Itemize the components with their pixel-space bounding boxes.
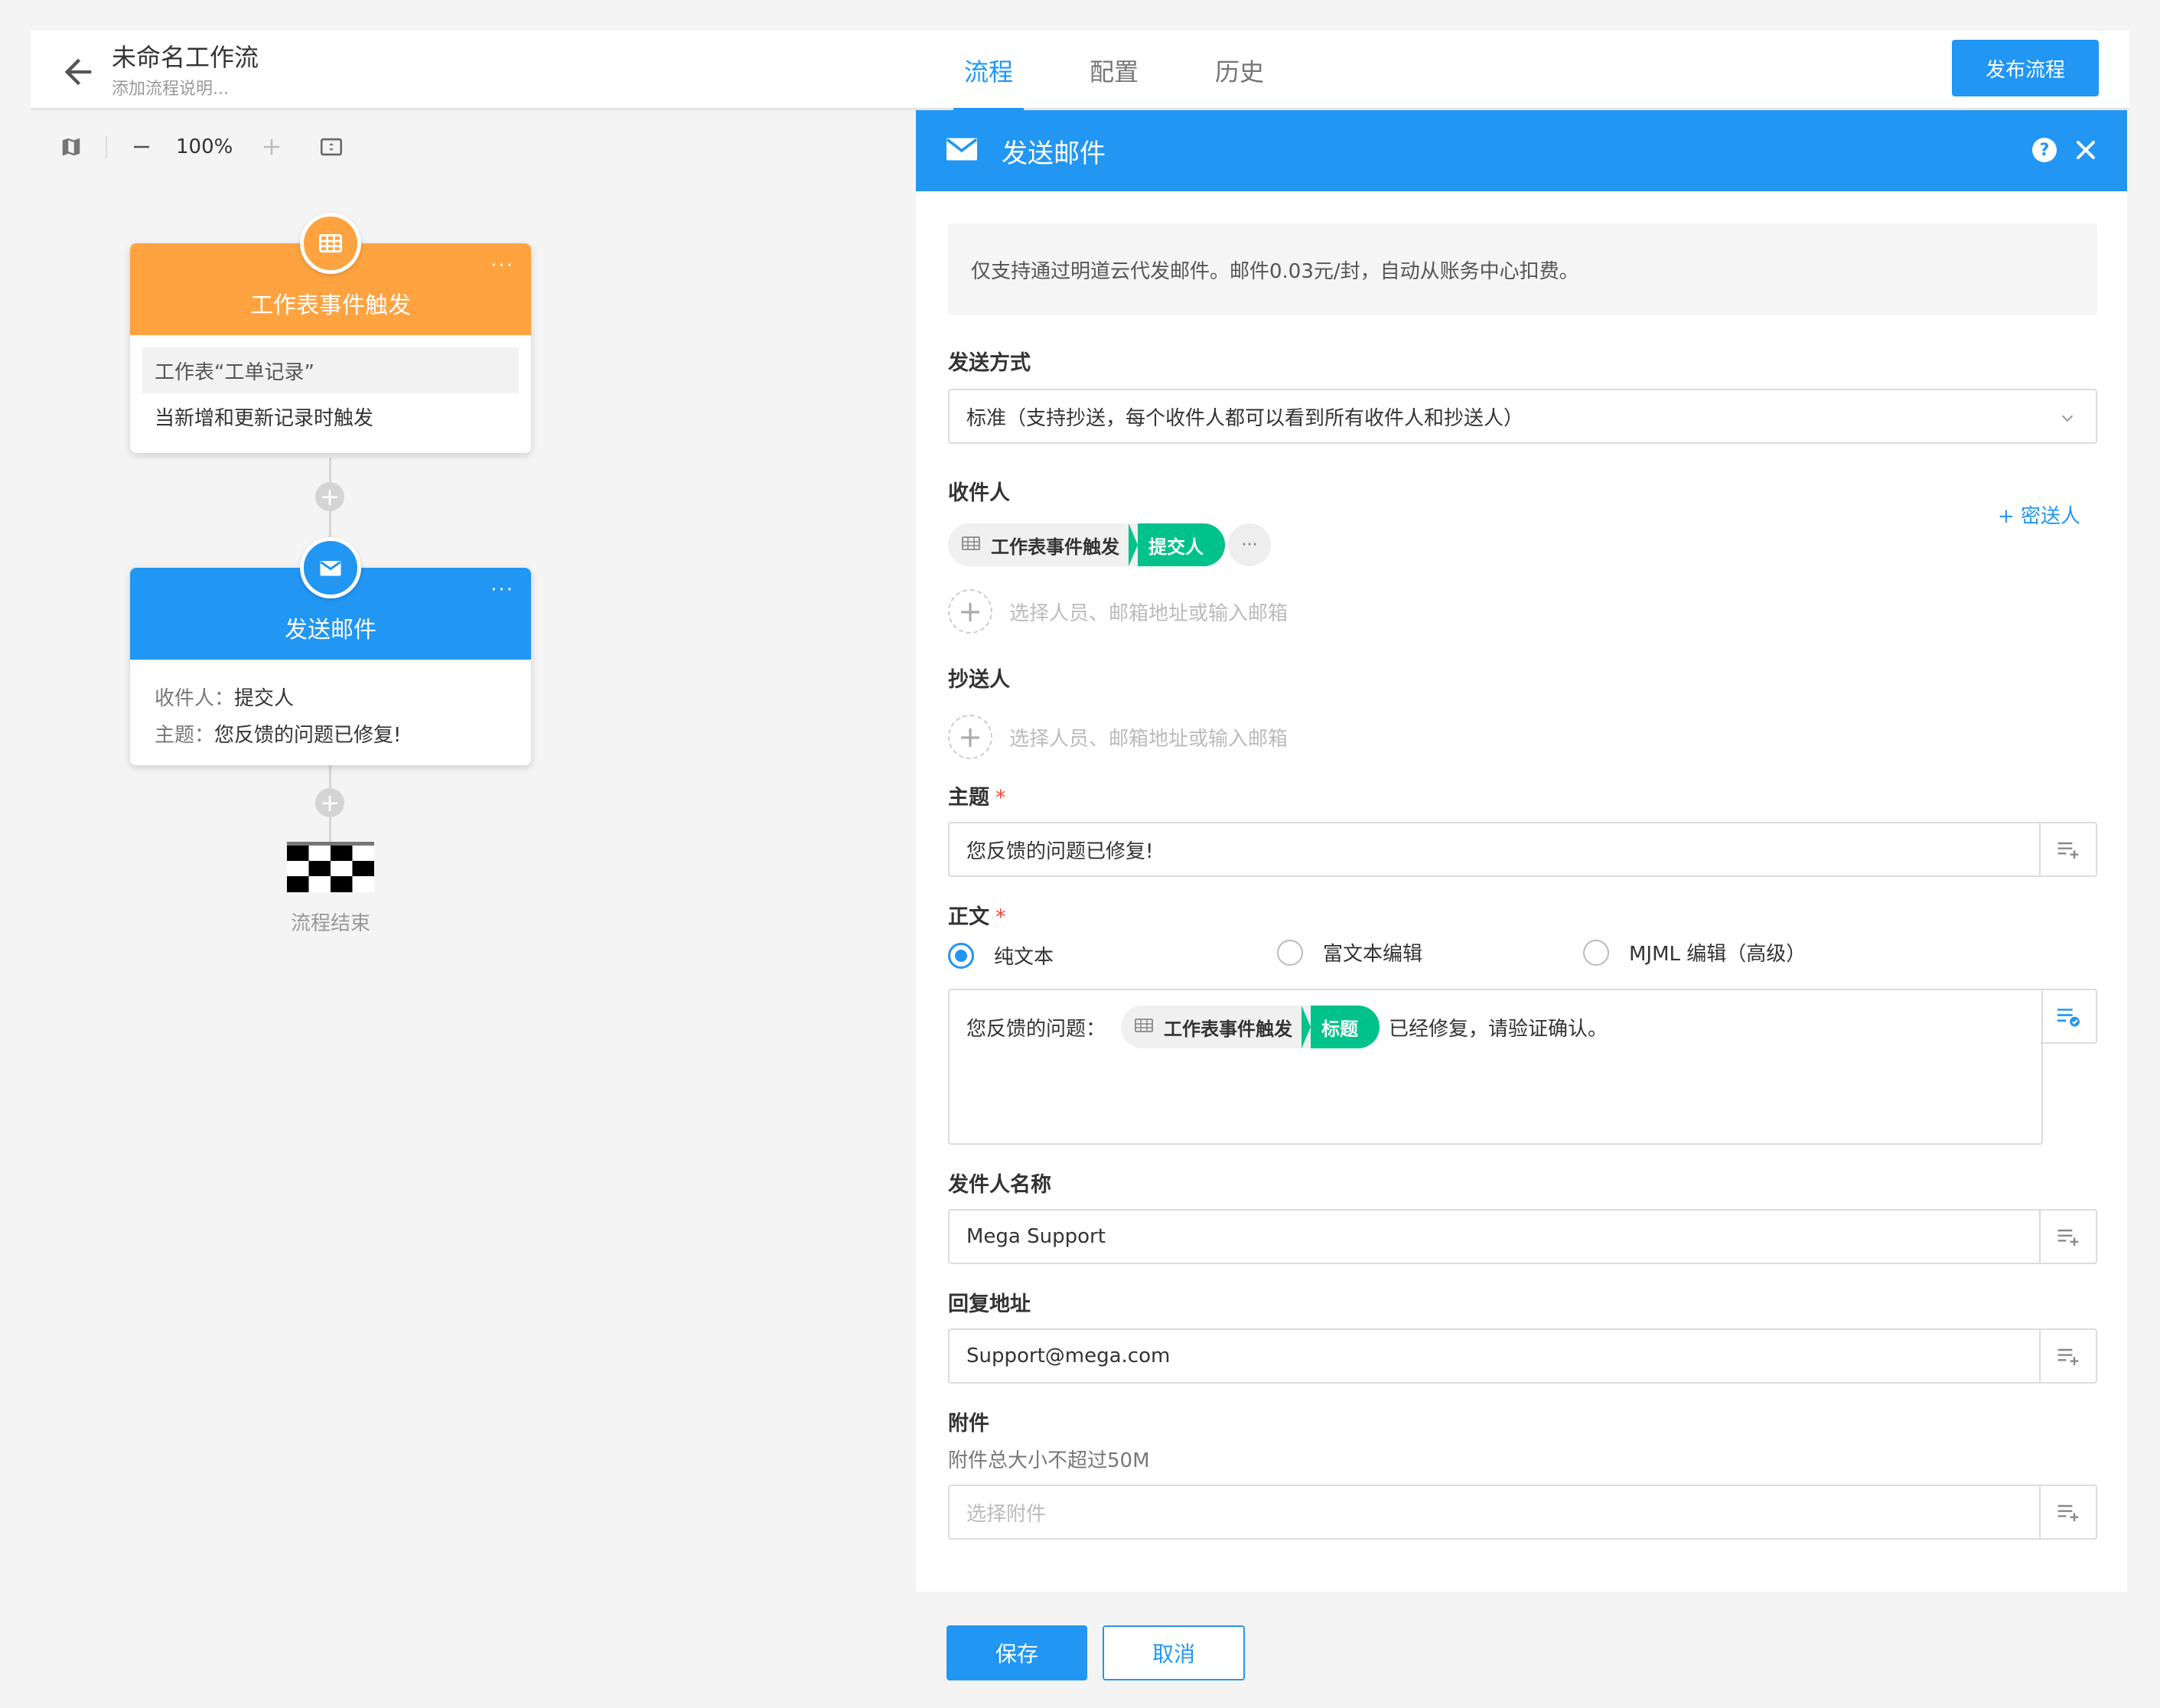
help-icon[interactable]: ?	[2032, 138, 2057, 162]
attachments-placeholder: 选择附件	[966, 1502, 1047, 1526]
chip-field-name: 标题	[1302, 1006, 1380, 1048]
insert-field-icon[interactable]	[2039, 1209, 2096, 1264]
table-icon	[962, 534, 980, 556]
panel-header: 发送邮件 ?	[916, 110, 2127, 191]
zoom-level: 100%	[176, 135, 233, 158]
email-node-subject: 主题： 您反馈的问题已修复!	[155, 723, 402, 747]
reply-to-value: Support@mega.com	[966, 1345, 1171, 1367]
add-recipient-button[interactable]: + 选择人员、邮箱地址或输入邮箱	[948, 589, 1288, 634]
insert-field-icon[interactable]	[2039, 1485, 2096, 1540]
body-text-before: 您反馈的问题：	[966, 1017, 1106, 1041]
send-mode-label: 发送方式	[948, 351, 1031, 375]
table-icon	[1135, 1016, 1153, 1038]
cancel-button[interactable]: 取消	[1103, 1625, 1245, 1680]
workflow-description[interactable]: 添加流程说明...	[112, 75, 229, 99]
more-options-icon[interactable]: ···	[490, 254, 514, 277]
add-cc-button[interactable]: + 选择人员、邮箱地址或输入邮箱	[948, 715, 1288, 759]
top-bar: 未命名工作流 添加流程说明... 流程 配置 历史 发布流程	[31, 31, 2129, 112]
envelope-icon	[945, 134, 979, 168]
body-editor[interactable]: 您反馈的问题： 工作表事件触发 标题 已经修复，请验证确认。	[948, 989, 2043, 1145]
map-icon[interactable]	[60, 135, 83, 158]
canvas-toolbar: 100%	[60, 129, 344, 165]
publish-button[interactable]: 发布流程	[1952, 40, 2099, 96]
flow-end-label: 流程结束	[290, 912, 370, 935]
checkered-flag-icon	[287, 842, 374, 892]
workflow-title[interactable]: 未命名工作流	[112, 38, 259, 73]
body-field-chip[interactable]: 工作表事件触发 标题	[1121, 1006, 1380, 1048]
plus-icon: +	[948, 715, 992, 759]
envelope-icon	[300, 537, 361, 598]
back-arrow-icon[interactable]	[58, 52, 98, 92]
chip-source-name: 工作表事件触发	[991, 536, 1119, 558]
sender-name-label: 发件人名称	[948, 1173, 1051, 1197]
recipients-label: 收件人	[948, 481, 1010, 505]
insert-field-icon[interactable]	[2039, 822, 2096, 877]
trigger-condition: 当新增和更新记录时触发	[155, 406, 374, 430]
subject-input[interactable]: 您反馈的问题已修复!	[948, 822, 2097, 877]
more-options-icon[interactable]: ···	[490, 579, 514, 601]
toolbar-divider	[106, 135, 107, 158]
email-node-body: 收件人： 提交人 主题： 您反馈的问题已修复!	[130, 660, 531, 765]
attachments-hint: 附件总大小不超过50M	[948, 1449, 1150, 1472]
chevron-down-icon	[2059, 409, 2076, 425]
insert-field-icon[interactable]	[2039, 1328, 2096, 1384]
cc-label: 抄送人	[948, 668, 1010, 692]
trigger-node-body: 工作表“工单记录” 当新增和更新记录时触发	[130, 335, 531, 453]
fit-screen-icon[interactable]	[318, 134, 344, 160]
email-node-title: 发送邮件	[285, 617, 376, 644]
attachments-label: 附件	[948, 1412, 989, 1436]
add-node-button[interactable]: +	[315, 788, 344, 817]
radio-rich-text[interactable]: 富文本编辑	[1277, 938, 1422, 966]
trigger-node[interactable]: 工作表事件触发 ··· 工作表“工单记录” 当新增和更新记录时触发	[130, 243, 531, 453]
radio-plain-text[interactable]: 纯文本	[948, 941, 1054, 970]
body-label: 正文 *	[948, 905, 1006, 929]
send-mode-value: 标准（支持抄送，每个收件人都可以看到所有收件人和抄送人）	[966, 406, 1524, 430]
zoom-in-icon[interactable]	[260, 135, 283, 158]
panel-title: 发送邮件	[1002, 138, 1106, 169]
tab-flow[interactable]: 流程	[926, 31, 1051, 112]
tab-config[interactable]: 配置	[1051, 31, 1177, 110]
add-cc-placeholder: 选择人员、邮箱地址或输入邮箱	[1009, 727, 1289, 751]
chip-source-name: 工作表事件触发	[1164, 1018, 1293, 1040]
add-recipient-placeholder: 选择人员、邮箱地址或输入邮箱	[1009, 601, 1289, 625]
table-icon	[300, 213, 361, 274]
panel-footer: 保存 取消	[916, 1592, 2127, 1708]
trigger-sheet-name: 工作表“工单记录”	[142, 347, 519, 393]
reply-to-label: 回复地址	[948, 1292, 1031, 1316]
main-tabs: 流程 配置 历史	[926, 31, 1302, 112]
insert-field-icon[interactable]	[2041, 989, 2097, 1044]
add-node-button[interactable]: +	[315, 482, 344, 511]
chip-field-name: 提交人	[1129, 523, 1225, 566]
more-options-icon[interactable]: ···	[1228, 523, 1271, 566]
recipient-chip[interactable]: 工作表事件触发 提交人	[948, 523, 1225, 566]
send-mode-select[interactable]: 标准（支持抄送，每个收件人都可以看到所有收件人和抄送人）	[948, 389, 2097, 444]
save-button[interactable]: 保存	[946, 1625, 1087, 1680]
trigger-node-title: 工作表事件触发	[250, 292, 411, 319]
body-text-after: 已经修复，请验证确认。	[1389, 1017, 1608, 1041]
subject-label: 主题 *	[948, 786, 1006, 810]
close-icon[interactable]	[2070, 135, 2101, 165]
email-node-recipient: 收件人： 提交人	[155, 686, 295, 710]
radio-mjml[interactable]: MJML 编辑（高级）	[1583, 938, 1806, 966]
plus-icon: +	[948, 589, 992, 634]
node-config-panel: 发送邮件 ? 仅支持通过明道云代发邮件。邮件0.03元/封，自动从账务中心扣费。…	[916, 110, 2127, 1708]
add-bcc-link[interactable]: + 密送人	[1998, 500, 2080, 529]
attachments-input[interactable]: 选择附件	[948, 1485, 2097, 1540]
billing-notice: 仅支持通过明道云代发邮件。邮件0.03元/封，自动从账务中心扣费。	[948, 223, 2097, 315]
reply-to-input[interactable]: Support@mega.com	[948, 1328, 2097, 1384]
zoom-out-icon[interactable]	[130, 135, 153, 158]
sender-name-input[interactable]: Mega Support	[948, 1209, 2097, 1264]
subject-value: 您反馈的问题已修复!	[966, 839, 1154, 863]
tab-history[interactable]: 历史	[1177, 31, 1302, 110]
sender-name-value: Mega Support	[966, 1225, 1106, 1248]
